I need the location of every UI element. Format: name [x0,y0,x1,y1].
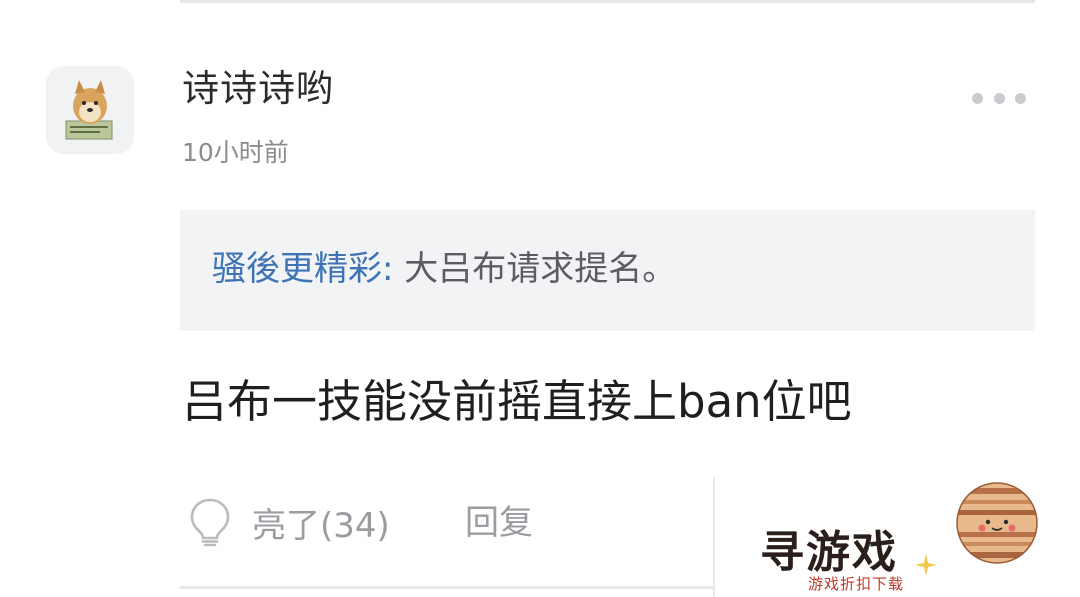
bottom-divider [180,586,715,589]
watermark-title: 寻游戏 [760,527,898,578]
star-sparkle-icon [915,554,937,576]
vertical-divider [713,477,715,597]
top-divider [180,0,1035,3]
more-horizontal-icon-dot [1015,92,1026,104]
lightbulb-icon [190,498,230,547]
reply-button[interactable]: 回复 [465,503,533,543]
more-options-button[interactable] [972,84,1026,112]
comment-body: 吕布一技能没前摇直接上ban位吧 [182,375,852,428]
username[interactable]: 诗诗诗哟 [182,66,334,112]
more-horizontal-icon-dot [993,92,1005,104]
action-bar: 亮了(34) 回复 [180,477,713,587]
quote-text: 骚後更精彩: 大吕布请求提名。 [212,246,676,292]
watermark-subtitle: 游戏折扣下载 [808,575,905,593]
quote-content: 大吕布请求提名。 [404,249,677,289]
doge-avatar-image [46,66,134,154]
planet-mascot-icon [956,482,1038,564]
more-horizontal-icon [972,92,983,104]
watermark-logo: 寻游戏 游戏折扣下载 [730,478,1070,597]
quote-author[interactable]: 骚後更精彩 [212,249,382,289]
quote-separator: : [382,249,405,289]
like-button[interactable]: 亮了(34) [188,497,390,547]
quoted-reply[interactable]: 骚後更精彩: 大吕布请求提名。 [180,210,1035,331]
avatar[interactable] [46,66,134,154]
timestamp: 10小时前 [182,138,289,167]
like-count-label: 亮了(34) [252,505,390,546]
comment-card: 诗诗诗哟 10小时前 骚後更精彩: 大吕布请求提名。 吕布一技能没前摇直接上ba… [0,0,1080,597]
